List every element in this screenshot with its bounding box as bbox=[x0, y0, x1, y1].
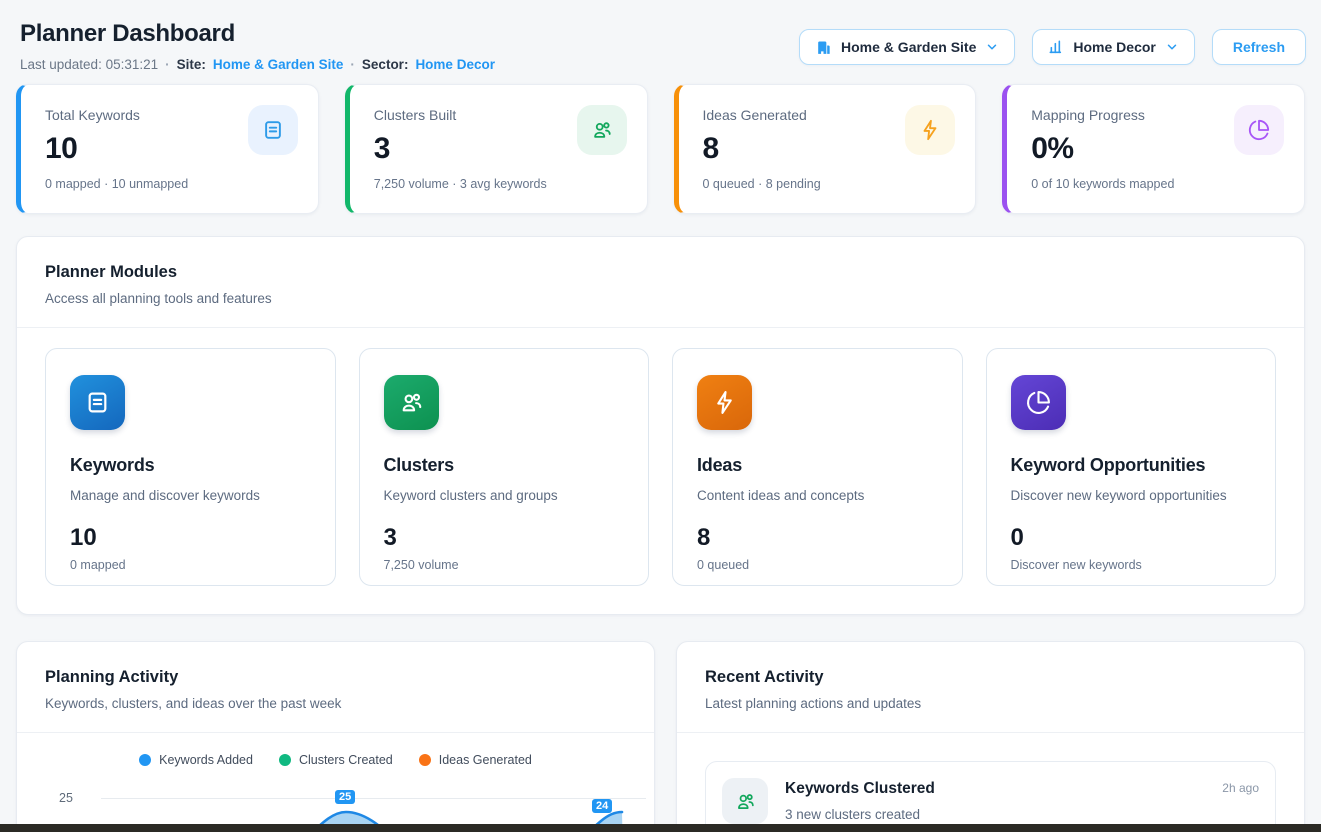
modules-panel-header: Planner Modules Access all planning tool… bbox=[17, 237, 1304, 327]
module-description: Keyword clusters and groups bbox=[384, 488, 625, 503]
users-icon bbox=[577, 105, 627, 155]
legend-label: Keywords Added bbox=[159, 753, 253, 767]
divider bbox=[677, 732, 1304, 733]
recent-activity-panel: Recent Activity Latest planning actions … bbox=[676, 641, 1305, 832]
module-value: 3 bbox=[384, 524, 625, 552]
recent-activity-title: Recent Activity bbox=[705, 668, 1276, 687]
module-card-keywords[interactable]: Keywords Manage and discover keywords 10… bbox=[45, 348, 336, 586]
taskbar-edge bbox=[0, 824, 1321, 832]
module-title: Keywords bbox=[70, 455, 311, 476]
module-card-clusters[interactable]: Clusters Keyword clusters and groups 3 7… bbox=[359, 348, 650, 586]
module-card-keyword-opportunities[interactable]: Keyword Opportunities Discover new keywo… bbox=[986, 348, 1277, 586]
planner-dashboard-page: Planner Dashboard Last updated: 05:31:21… bbox=[0, 0, 1321, 832]
file-text-icon bbox=[70, 375, 125, 430]
planning-activity-subtitle: Keywords, clusters, and ideas over the p… bbox=[45, 696, 626, 711]
modules-grid: Keywords Manage and discover keywords 10… bbox=[45, 348, 1276, 586]
legend-label: Ideas Generated bbox=[439, 753, 532, 767]
module-title: Ideas bbox=[697, 455, 938, 476]
data-point-label: 25 bbox=[335, 790, 355, 804]
activity-item-title: Keywords Clustered bbox=[785, 780, 935, 798]
module-description: Manage and discover keywords bbox=[70, 488, 311, 503]
modules-panel-title: Planner Modules bbox=[45, 263, 1276, 282]
module-title: Clusters bbox=[384, 455, 625, 476]
module-card-ideas[interactable]: Ideas Content ideas and concepts 8 0 que… bbox=[672, 348, 963, 586]
stat-card-total-keywords[interactable]: Total Keywords 10 0 mapped · 10 unmapped bbox=[16, 84, 319, 214]
meta-separator: · bbox=[350, 57, 355, 72]
sector-link[interactable]: Home Decor bbox=[415, 57, 495, 72]
bottom-row: Planning Activity Keywords, clusters, an… bbox=[16, 641, 1305, 832]
planning-activity-panel: Planning Activity Keywords, clusters, an… bbox=[16, 641, 655, 832]
users-icon bbox=[384, 375, 439, 430]
module-subtext: Discover new keywords bbox=[1011, 558, 1252, 572]
pie-chart-icon bbox=[1011, 375, 1066, 430]
module-subtext: 0 mapped bbox=[70, 558, 311, 572]
last-updated-text: Last updated: 05:31:21 bbox=[20, 57, 158, 72]
building-icon bbox=[815, 39, 832, 56]
planning-activity-title: Planning Activity bbox=[45, 668, 626, 687]
module-description: Content ideas and concepts bbox=[697, 488, 938, 503]
legend-dot-icon bbox=[139, 754, 151, 766]
legend-dot-icon bbox=[419, 754, 431, 766]
module-subtext: 0 queued bbox=[697, 558, 938, 572]
meta-separator: · bbox=[165, 57, 170, 72]
header-left: Planner Dashboard Last updated: 05:31:21… bbox=[20, 20, 495, 72]
header-meta: Last updated: 05:31:21 · Site: Home & Ga… bbox=[20, 57, 495, 72]
modules-panel-subtitle: Access all planning tools and features bbox=[45, 291, 1276, 306]
module-title: Keyword Opportunities bbox=[1011, 455, 1252, 476]
legend-item-ideas-generated[interactable]: Ideas Generated bbox=[419, 753, 532, 767]
module-value: 0 bbox=[1011, 524, 1252, 552]
stat-subtext: 7,250 volume · 3 avg keywords bbox=[374, 177, 625, 191]
stat-card-mapping-progress[interactable]: Mapping Progress 0% 0 of 10 keywords map… bbox=[1002, 84, 1305, 214]
module-description: Discover new keyword opportunities bbox=[1011, 488, 1252, 503]
planner-modules-panel: Planner Modules Access all planning tool… bbox=[16, 236, 1305, 615]
site-label: Site: bbox=[177, 57, 206, 72]
legend-dot-icon bbox=[279, 754, 291, 766]
recent-activity-subtitle: Latest planning actions and updates bbox=[705, 696, 1276, 711]
stat-subtext: 0 mapped · 10 unmapped bbox=[45, 177, 296, 191]
recent-activity-header: Recent Activity Latest planning actions … bbox=[677, 642, 1304, 732]
header-actions: Home & Garden Site Home Decor Refresh bbox=[799, 29, 1306, 65]
activity-item-text: Keywords Clustered 3 new clusters create… bbox=[785, 778, 935, 822]
sector-selector-label: Home Decor bbox=[1073, 39, 1155, 55]
stat-subtext: 0 queued · 8 pending bbox=[703, 177, 954, 191]
users-icon bbox=[722, 778, 768, 824]
page-header: Planner Dashboard Last updated: 05:31:21… bbox=[0, 0, 1321, 72]
refresh-button[interactable]: Refresh bbox=[1212, 29, 1306, 65]
stat-subtext: 0 of 10 keywords mapped bbox=[1031, 177, 1282, 191]
site-selector-dropdown[interactable]: Home & Garden Site bbox=[799, 29, 1015, 65]
chart-legend: Keywords Added Clusters Created Ideas Ge… bbox=[17, 753, 654, 767]
legend-label: Clusters Created bbox=[299, 753, 393, 767]
sector-label: Sector: bbox=[362, 57, 409, 72]
legend-item-keywords-added[interactable]: Keywords Added bbox=[139, 753, 253, 767]
stats-row: Total Keywords 10 0 mapped · 10 unmapped… bbox=[16, 84, 1305, 214]
legend-item-clusters-created[interactable]: Clusters Created bbox=[279, 753, 393, 767]
divider bbox=[17, 327, 1304, 328]
data-point-label: 24 bbox=[592, 799, 612, 813]
pie-chart-icon bbox=[1234, 105, 1284, 155]
module-value: 10 bbox=[70, 524, 311, 552]
chevron-down-icon bbox=[985, 40, 999, 54]
activity-item-description: 3 new clusters created bbox=[785, 807, 935, 822]
module-value: 8 bbox=[697, 524, 938, 552]
zap-icon bbox=[697, 375, 752, 430]
site-link[interactable]: Home & Garden Site bbox=[213, 57, 344, 72]
activity-item-timestamp: 2h ago bbox=[1222, 781, 1259, 795]
page-title: Planner Dashboard bbox=[20, 20, 495, 48]
planning-activity-header: Planning Activity Keywords, clusters, an… bbox=[17, 642, 654, 732]
divider bbox=[17, 732, 654, 733]
stat-card-clusters-built[interactable]: Clusters Built 3 7,250 volume · 3 avg ke… bbox=[345, 84, 648, 214]
zap-icon bbox=[905, 105, 955, 155]
activity-item-keywords-clustered[interactable]: Keywords Clustered 3 new clusters create… bbox=[705, 761, 1276, 832]
chevron-down-icon bbox=[1165, 40, 1179, 54]
module-subtext: 7,250 volume bbox=[384, 558, 625, 572]
bar-chart-icon bbox=[1048, 39, 1064, 55]
file-text-icon bbox=[248, 105, 298, 155]
site-selector-label: Home & Garden Site bbox=[841, 39, 976, 55]
sector-selector-dropdown[interactable]: Home Decor bbox=[1032, 29, 1194, 65]
stat-card-ideas-generated[interactable]: Ideas Generated 8 0 queued · 8 pending bbox=[674, 84, 977, 214]
